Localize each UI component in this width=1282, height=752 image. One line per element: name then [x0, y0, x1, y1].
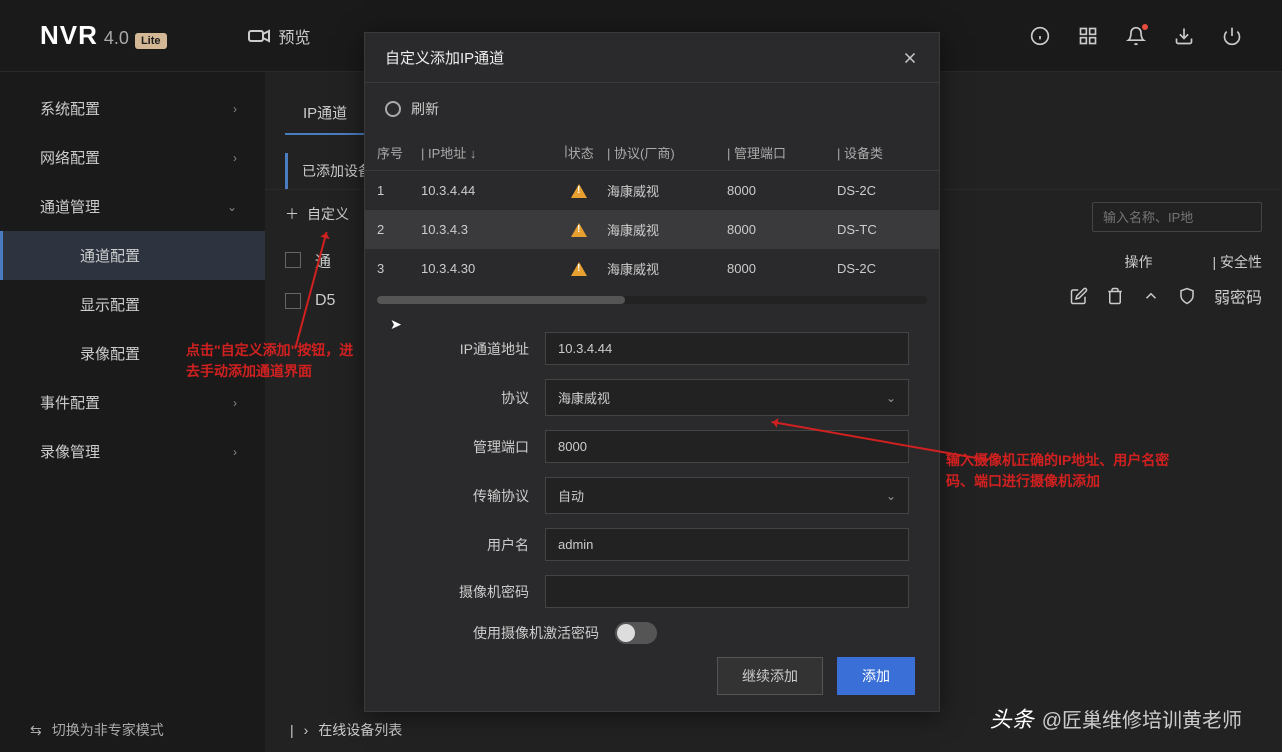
- sidebar-sub-channel-config[interactable]: 通道配置: [0, 231, 265, 280]
- shield-icon[interactable]: [1178, 287, 1196, 305]
- logo: NVR 4.0 Lite: [40, 20, 167, 51]
- col-no: 序号: [377, 143, 421, 162]
- sidebar-item-recording[interactable]: 录像管理›: [0, 427, 265, 476]
- logo-text: NVR: [40, 20, 98, 51]
- col-device: | 设备类: [837, 143, 927, 162]
- port-label: 管理端口: [395, 437, 545, 457]
- protocol-label: 协议: [395, 388, 545, 408]
- chevron-down-icon: ⌄: [886, 391, 896, 405]
- sidebar-item-channel[interactable]: 通道管理⌄: [0, 182, 265, 231]
- checkbox[interactable]: [285, 252, 301, 268]
- sidebar-sub-display[interactable]: 显示配置: [0, 280, 265, 329]
- warning-icon: [571, 184, 587, 198]
- chevron-down-icon: ⌄: [886, 489, 896, 503]
- continue-add-button[interactable]: 继续添加: [717, 657, 823, 695]
- col-status: | 状态: [551, 143, 607, 162]
- edit-icon[interactable]: [1070, 287, 1088, 305]
- bell-icon[interactable]: [1126, 26, 1146, 46]
- notification-dot: [1142, 24, 1148, 30]
- close-icon[interactable]: [901, 49, 919, 67]
- search-input[interactable]: [1103, 210, 1279, 225]
- watermark-source: 头条: [990, 702, 1034, 734]
- online-devices-button[interactable]: | › 在线设备列表: [290, 720, 402, 740]
- info-icon[interactable]: [1030, 26, 1050, 46]
- add-form: IP通道地址 协议 海康威视⌄ 管理端口 传输协议 自动⌄ 用户名 摄像机密码 …: [365, 312, 939, 668]
- right-columns: 操作 | 安全性: [1124, 252, 1262, 272]
- horizontal-scrollbar[interactable]: [377, 296, 927, 304]
- chevron-right-icon: ›: [233, 151, 237, 165]
- use-activate-pwd-toggle[interactable]: [615, 622, 657, 644]
- password-input[interactable]: [545, 575, 909, 608]
- row-operations: 弱密码: [1070, 284, 1262, 308]
- col-protocol: | 协议(厂商): [607, 143, 727, 162]
- plus-icon: ＋: [285, 204, 299, 224]
- col-security: | 安全性: [1212, 252, 1262, 272]
- refresh-button[interactable]: 刷新: [365, 83, 939, 135]
- annotation-2: 输入摄像机正确的IP地址、用户名密码、端口进行摄像机添加: [946, 450, 1186, 492]
- device-row[interactable]: 1 10.3.4.44 海康威视 8000 DS-2C: [365, 171, 939, 210]
- chevron-right-icon: ›: [233, 102, 237, 116]
- protocol-select[interactable]: 海康威视⌄: [545, 379, 909, 416]
- col-port: | 管理端口: [727, 143, 837, 162]
- chevron-right-icon: ›: [233, 396, 237, 410]
- power-icon[interactable]: [1222, 26, 1242, 46]
- nav-preview-label: 预览: [279, 24, 311, 48]
- up-icon[interactable]: [1142, 287, 1160, 305]
- camera-icon: [247, 24, 271, 48]
- table-header: 序号 | IP地址 ↓ | 状态 | 协议(厂商) | 管理端口 | 设备类: [365, 135, 939, 171]
- password-label: 摄像机密码: [395, 582, 545, 602]
- device-row[interactable]: 3 10.3.4.30 海康威视 8000 DS-2C: [365, 249, 939, 288]
- nav-preview[interactable]: 预览: [247, 24, 311, 48]
- warning-icon: [571, 223, 587, 237]
- delete-icon[interactable]: [1106, 287, 1124, 305]
- switch-mode-button[interactable]: ⇆ 切换为非专家模式: [30, 720, 164, 740]
- watermark-author: @匠巢维修培训黄老师: [1042, 704, 1242, 733]
- device-row[interactable]: 2 10.3.4.3 海康威视 8000 DS-TC: [365, 210, 939, 249]
- transport-select[interactable]: 自动⌄: [545, 477, 909, 514]
- watermark: 头条 @匠巢维修培训黄老师: [990, 702, 1242, 734]
- annotation-1: 点击"自定义添加"按钮，进去手动添加通道界面: [186, 340, 356, 382]
- chevron-right-icon: ›: [233, 445, 237, 459]
- sidebar-item-network[interactable]: 网络配置›: [0, 133, 265, 182]
- warning-icon: [571, 262, 587, 276]
- modal-header: 自定义添加IP通道: [365, 33, 939, 83]
- checkbox[interactable]: [285, 293, 301, 309]
- tab-ip-channel[interactable]: IP通道: [285, 92, 365, 135]
- ip-label: IP通道地址: [395, 339, 545, 359]
- download-icon[interactable]: [1174, 26, 1194, 46]
- ip-input[interactable]: [545, 332, 909, 365]
- logo-badge: Lite: [135, 33, 167, 49]
- col-ip: | IP地址 ↓: [421, 143, 551, 162]
- logo-version: 4.0: [104, 28, 129, 49]
- swap-icon: ⇆: [30, 722, 42, 739]
- cursor-icon: ➤: [390, 316, 402, 333]
- add-ip-channel-modal: 自定义添加IP通道 刷新 序号 | IP地址 ↓ | 状态 | 协议(厂商) |…: [364, 32, 940, 712]
- grid-icon[interactable]: [1078, 26, 1098, 46]
- sidebar-item-event[interactable]: 事件配置›: [0, 378, 265, 427]
- refresh-icon: [385, 101, 401, 117]
- sidebar: 系统配置› 网络配置› 通道管理⌄ 通道配置 显示配置 录像配置 事件配置› 录…: [0, 72, 265, 752]
- sidebar-item-system[interactable]: 系统配置›: [0, 84, 265, 133]
- toggle-knob: [617, 624, 635, 642]
- weak-password-label: 弱密码: [1214, 284, 1262, 308]
- device-table: 序号 | IP地址 ↓ | 状态 | 协议(厂商) | 管理端口 | 设备类 1…: [365, 135, 939, 288]
- username-input[interactable]: [545, 528, 909, 561]
- header-right: [1030, 26, 1242, 46]
- use-activate-pwd-label: 使用摄像机激活密码: [395, 623, 615, 643]
- col-operation: 操作: [1124, 252, 1152, 272]
- modal-title: 自定义添加IP通道: [385, 47, 504, 68]
- scroll-thumb[interactable]: [377, 296, 625, 304]
- chevron-right-icon: ›: [304, 722, 309, 738]
- add-button[interactable]: 添加: [837, 657, 915, 695]
- chevron-down-icon: ⌄: [227, 200, 237, 214]
- search-box[interactable]: [1092, 202, 1262, 232]
- username-label: 用户名: [395, 535, 545, 555]
- transport-label: 传输协议: [395, 486, 545, 506]
- modal-footer: 继续添加 添加: [717, 657, 915, 695]
- header-nav: 预览: [247, 24, 311, 48]
